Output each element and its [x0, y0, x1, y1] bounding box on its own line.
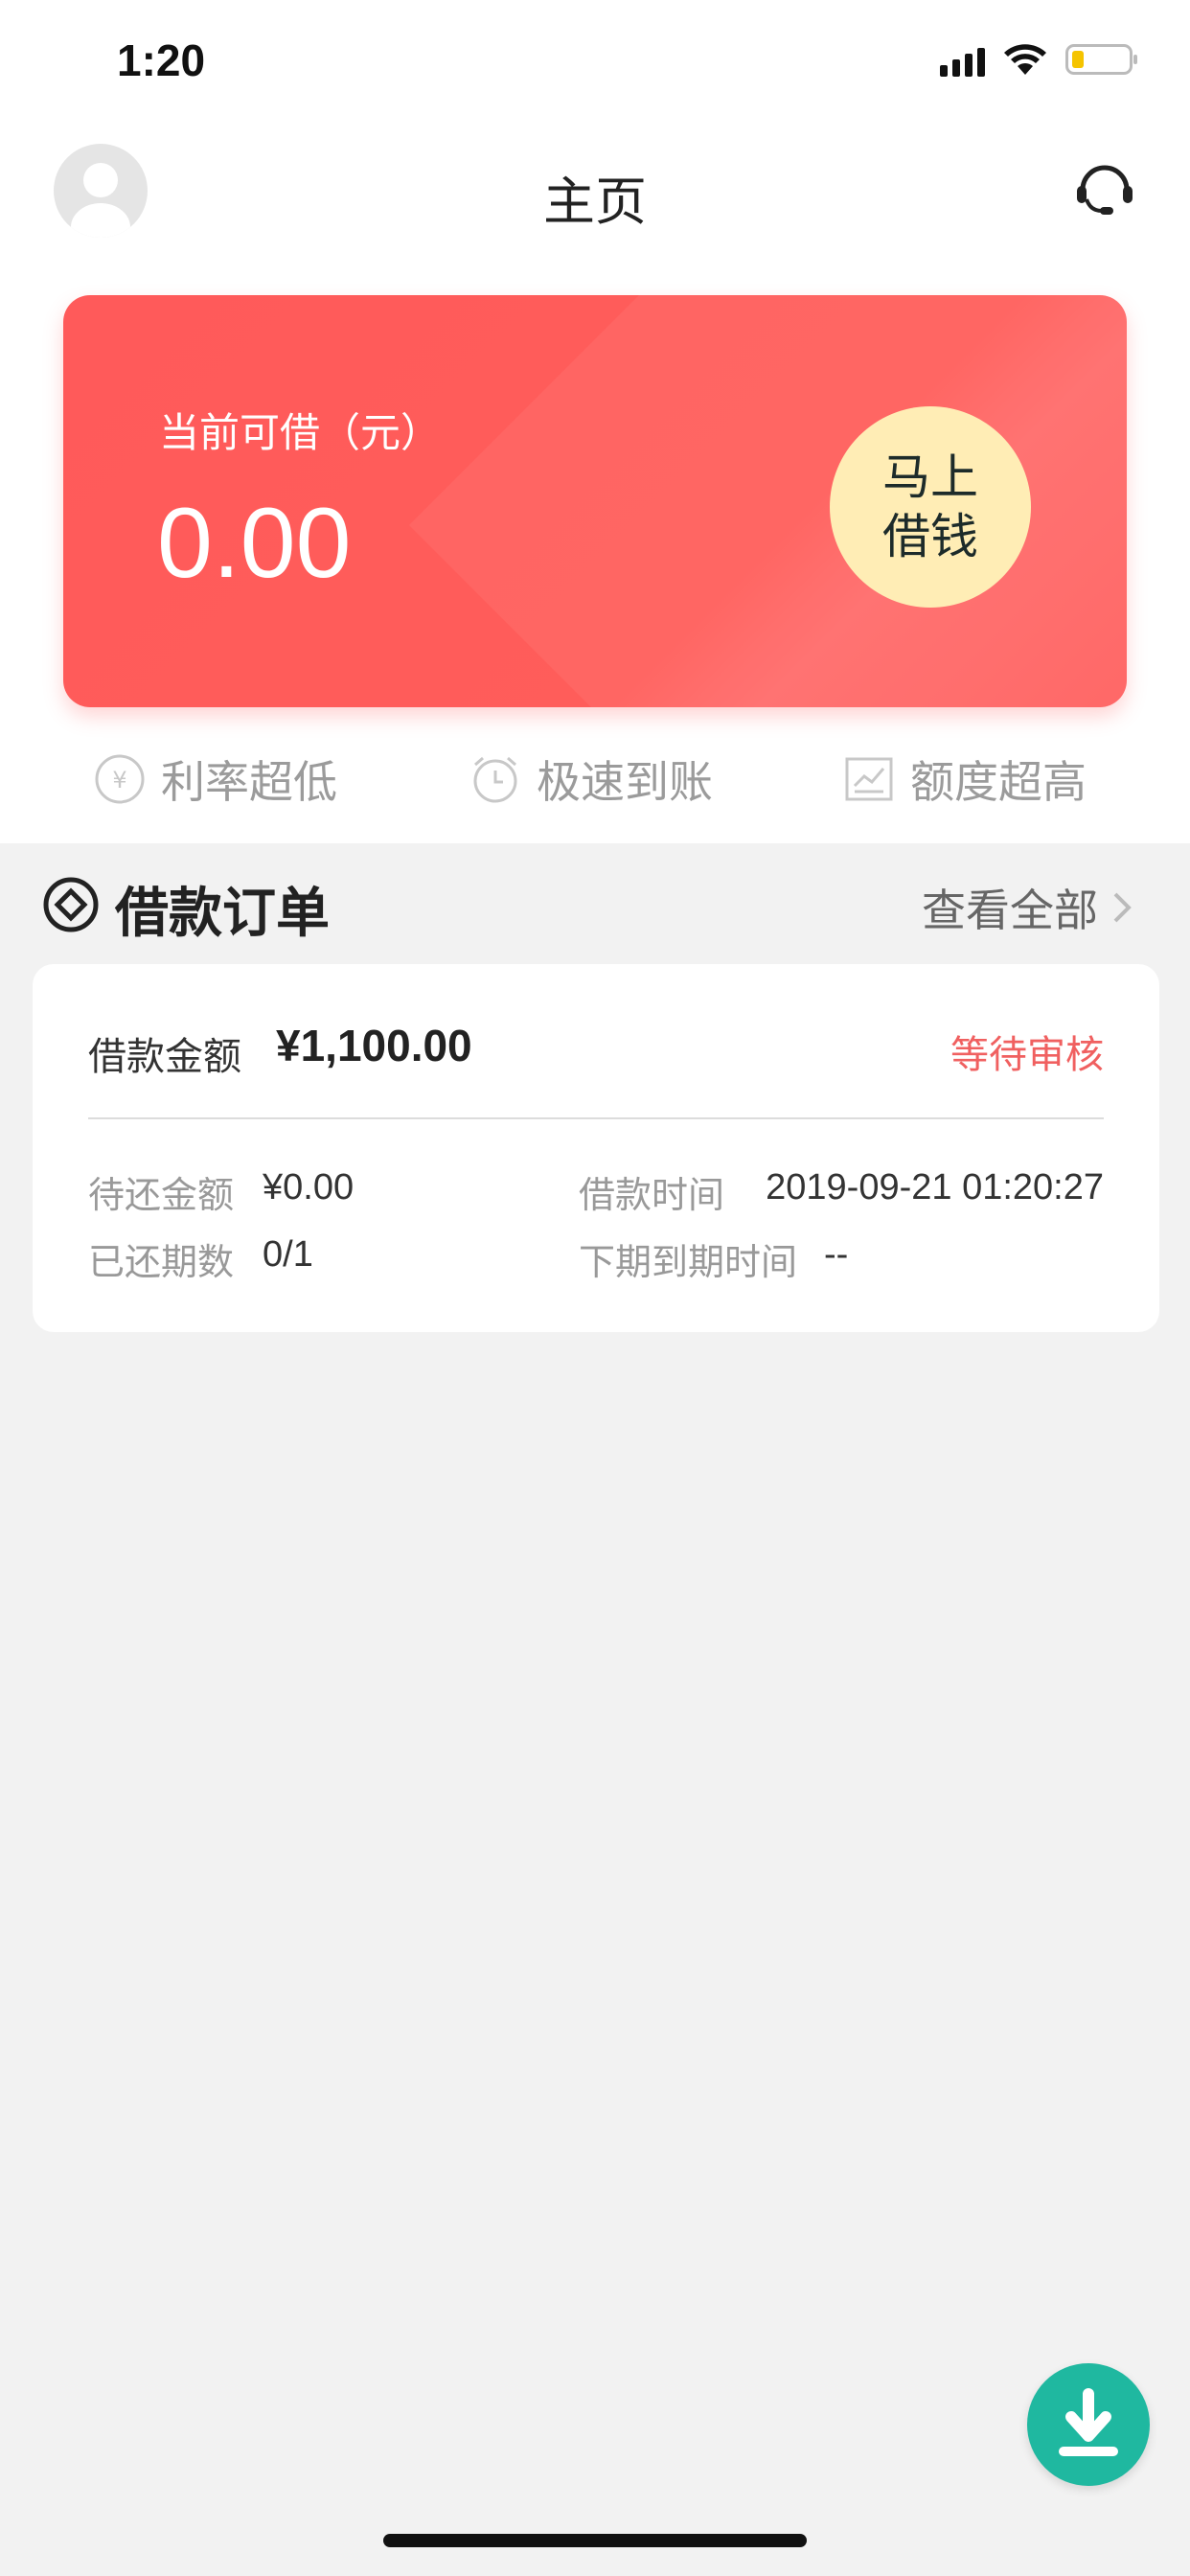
- view-all-label: 查看全部: [922, 885, 1098, 936]
- credit-limit-card: 当前可借（元） 0.00 马上借钱: [63, 295, 1127, 707]
- borrow-now-button[interactable]: 马上借钱: [830, 406, 1031, 608]
- download-button[interactable]: [1027, 2363, 1150, 2486]
- feature-label: 额度超高: [910, 756, 1087, 808]
- cellular-signal-icon: [940, 42, 985, 77]
- periods-paid-value: 0/1: [263, 1234, 313, 1275]
- feature-fast-payout: 极速到账: [469, 748, 713, 811]
- battery-icon: [1065, 44, 1137, 75]
- customer-service-headset-icon[interactable]: [1071, 155, 1138, 222]
- status-bar: 1:20: [0, 0, 1190, 125]
- feature-high-limit: 额度超高: [843, 748, 1087, 811]
- borrow-time-label: 借款时间: [579, 1174, 725, 1216]
- status-badge: 等待审核: [950, 1033, 1104, 1077]
- feature-label: 极速到账: [537, 756, 713, 808]
- chevron-right-icon: [1113, 892, 1132, 923]
- next-due-label: 下期到期时间: [579, 1241, 798, 1283]
- feature-highlights: ¥ 利率超低 极速到账 额度超高: [0, 748, 1190, 815]
- borrow-time-value: 2019-09-21 01:20:27: [766, 1167, 1104, 1208]
- loan-amount-value: ¥1,100.00: [276, 1021, 472, 1070]
- next-due-value: --: [824, 1234, 849, 1275]
- periods-paid-label: 已还期数: [88, 1241, 235, 1283]
- order-card[interactable]: 借款金额 ¥1,100.00 等待审核 待还金额 ¥0.00 借款时间 2019…: [33, 964, 1159, 1332]
- feature-low-rate: ¥ 利率超低: [94, 748, 337, 811]
- download-arrow-icon: [1059, 2388, 1118, 2456]
- page-title: 主页: [543, 172, 647, 232]
- borrow-now-label: 马上借钱: [882, 450, 978, 564]
- status-icons: [940, 42, 1137, 77]
- outstanding-label: 待还金额: [88, 1174, 235, 1216]
- chart-icon: [845, 757, 893, 801]
- loan-amount-label: 借款金额: [88, 1035, 241, 1079]
- status-time: 1:20: [117, 35, 206, 85]
- yuan-circle-icon: ¥: [95, 754, 145, 804]
- credit-limit-amount: 0.00: [157, 488, 352, 599]
- diamond-circle-icon: [43, 877, 99, 932]
- alarm-clock-icon: [473, 756, 517, 803]
- wifi-icon: [1004, 44, 1046, 75]
- view-all-orders-link[interactable]: 查看全部: [922, 876, 1134, 939]
- divider: [88, 1117, 1104, 1119]
- feature-label: 利率超低: [161, 756, 337, 808]
- app-header: 主页: [0, 134, 1190, 249]
- credit-limit-label: 当前可借（元）: [159, 409, 442, 456]
- svg-text:¥: ¥: [112, 767, 126, 794]
- orders-title: 借款订单: [115, 883, 330, 945]
- home-indicator: [383, 2534, 807, 2547]
- outstanding-value: ¥0.00: [263, 1167, 355, 1208]
- orders-section-header: 借款订单 查看全部: [0, 862, 1190, 945]
